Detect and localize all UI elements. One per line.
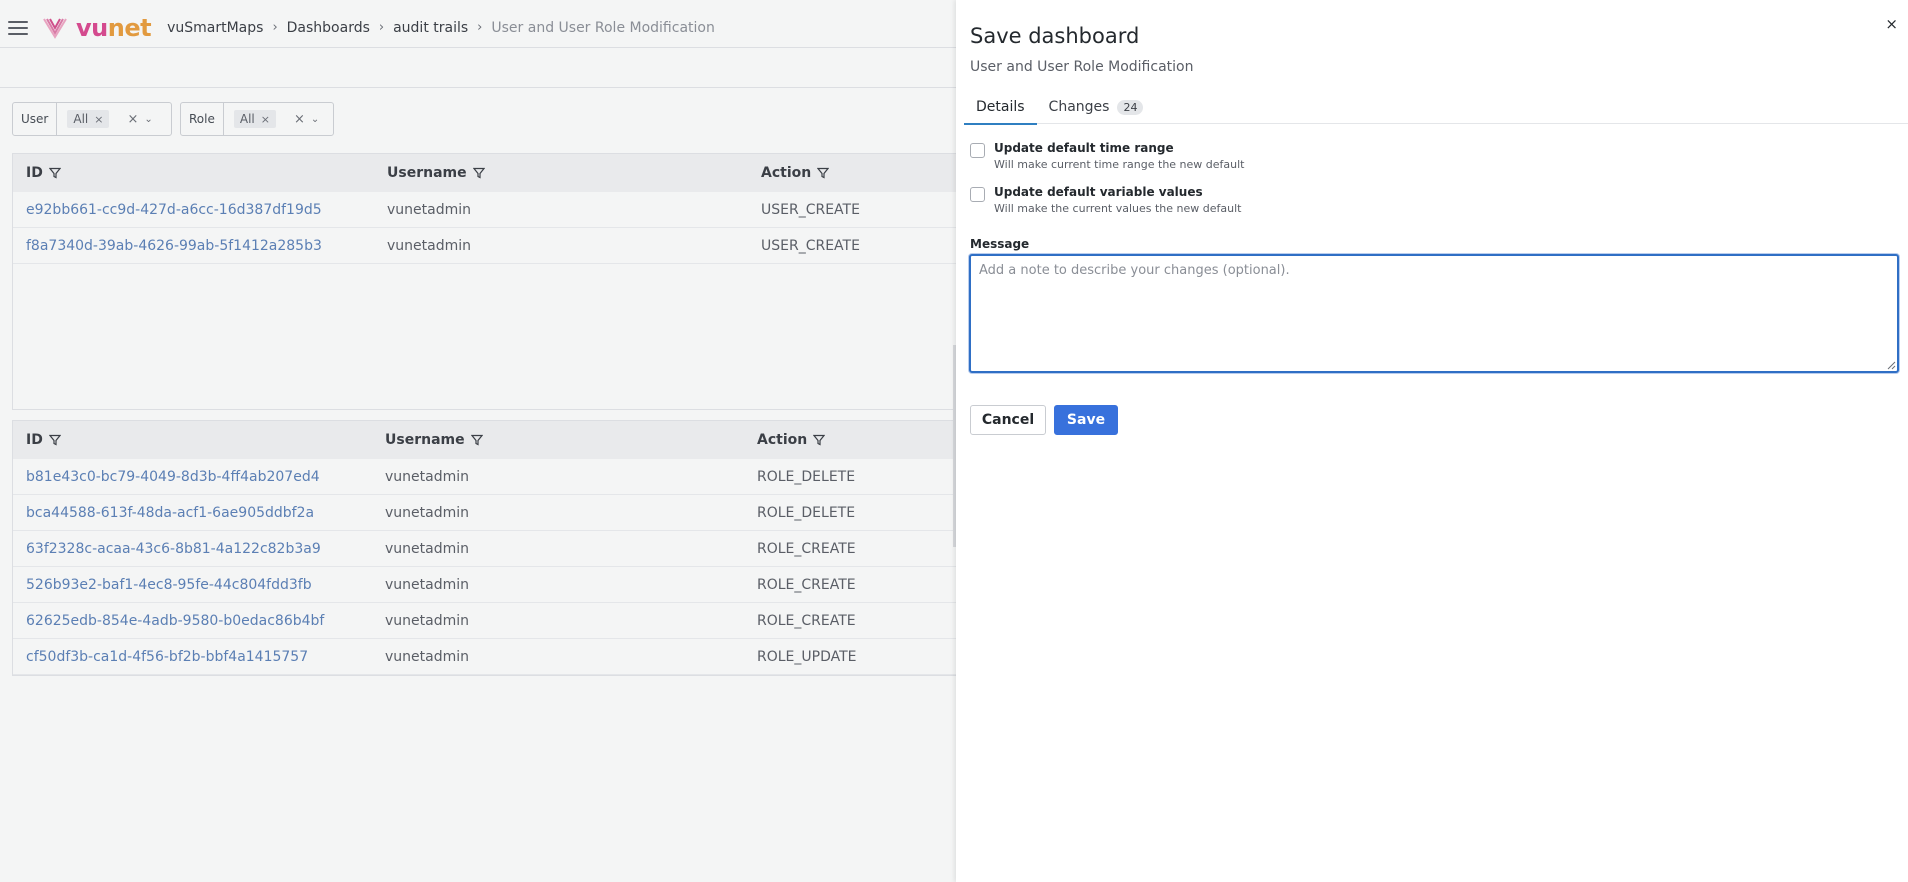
table-body: b81e43c0-bc79-4049-8d3b-4ff4ab207ed4 vun…: [13, 459, 1011, 675]
update-variable-values-checkbox[interactable]: [970, 187, 985, 202]
filter-role[interactable]: Role All × × ⌄: [180, 102, 334, 136]
table-row[interactable]: 62625edb-854e-4adb-9580-b0edac86b4bf vun…: [13, 603, 1011, 639]
cell-username: vunetadmin: [385, 648, 469, 665]
chevron-down-icon[interactable]: ⌄: [311, 114, 319, 125]
filter-user-chip: All ×: [67, 110, 110, 128]
brand-wordmark: vunet: [76, 13, 152, 42]
message-label: Message: [970, 237, 1030, 251]
table-row[interactable]: 526b93e2-baf1-4ec8-95fe-44c804fdd3fb vun…: [13, 567, 1011, 603]
cell-id[interactable]: 63f2328c-acaa-43c6-8b81-4a122c82b3a9: [13, 541, 385, 557]
message-textarea[interactable]: [969, 254, 1899, 373]
breadcrumb: vuSmartMaps › Dashboards › audit trails …: [167, 20, 715, 36]
cell-username: vunetadmin: [387, 237, 471, 254]
remove-chip-icon[interactable]: ×: [261, 113, 270, 126]
filter-funnel-icon[interactable]: [472, 167, 485, 179]
tab-changes-label: Changes: [1048, 99, 1110, 115]
changes-count-badge: 24: [1117, 99, 1144, 115]
filter-funnel-icon[interactable]: [48, 434, 61, 446]
column-header-username[interactable]: Username: [385, 432, 757, 448]
table-row[interactable]: f8a7340d-39ab-4626-99ab-5f1412a285b3 vun…: [13, 228, 1011, 264]
brand-logo[interactable]: vunet: [42, 13, 152, 42]
cell-username: vunetadmin: [385, 612, 469, 629]
table-header: ID Username Action: [13, 154, 1011, 192]
clear-icon[interactable]: ×: [294, 112, 305, 127]
remove-chip-icon[interactable]: ×: [94, 113, 103, 126]
cell-id[interactable]: f8a7340d-39ab-4626-99ab-5f1412a285b3: [13, 238, 387, 254]
table-row[interactable]: cf50df3b-ca1d-4f56-bf2b-bbf4a1415757 vun…: [13, 639, 1011, 675]
option-update-variable-values: Update default variable values Will make…: [970, 185, 1241, 215]
tab-changes[interactable]: Changes 24: [1037, 90, 1156, 124]
cell-id[interactable]: b81e43c0-bc79-4049-8d3b-4ff4ab207ed4: [13, 469, 385, 485]
table-body: e92bb661-cc9d-427d-a6cc-16d387df19d5 vun…: [13, 192, 1011, 264]
close-icon[interactable]: ×: [1885, 15, 1898, 33]
table-row[interactable]: e92bb661-cc9d-427d-a6cc-16d387df19d5 vun…: [13, 192, 1011, 228]
column-header-id[interactable]: ID: [13, 432, 385, 448]
cell-id[interactable]: 62625edb-854e-4adb-9580-b0edac86b4bf: [13, 613, 385, 629]
filter-funnel-icon[interactable]: [813, 434, 826, 446]
cell-id[interactable]: bca44588-613f-48da-acf1-6ae905ddbf2a: [13, 505, 385, 521]
variable-filters: User All × × ⌄ Role All × × ⌄: [12, 102, 334, 136]
option-update-time-range: Update default time range Will make curr…: [970, 141, 1245, 171]
tab-details[interactable]: Details: [964, 90, 1037, 125]
drawer-title: Save dashboard: [970, 24, 1140, 48]
cancel-button[interactable]: Cancel: [970, 405, 1046, 435]
option-description: Will make current time range the new def…: [994, 158, 1245, 171]
cell-username: vunetadmin: [385, 576, 469, 593]
table-row[interactable]: b81e43c0-bc79-4049-8d3b-4ff4ab207ed4 vun…: [13, 459, 1011, 495]
cell-username: vunetadmin: [385, 468, 469, 485]
filter-funnel-icon[interactable]: [470, 434, 483, 446]
filter-user-label: User: [13, 103, 58, 135]
filter-role-label: Role: [181, 103, 224, 135]
chevron-down-icon[interactable]: ⌄: [144, 114, 152, 125]
filter-funnel-icon[interactable]: [817, 167, 830, 179]
breadcrumb-separator-icon: ›: [378, 20, 385, 35]
option-title[interactable]: Update default variable values: [994, 185, 1241, 199]
table-row[interactable]: bca44588-613f-48da-acf1-6ae905ddbf2a vun…: [13, 495, 1011, 531]
tab-details-label: Details: [976, 99, 1025, 115]
drawer-tabs: Details Changes 24: [964, 90, 1908, 125]
cell-username: vunetadmin: [387, 201, 471, 218]
column-header-username[interactable]: Username: [387, 165, 761, 181]
clear-icon[interactable]: ×: [127, 112, 138, 127]
cell-username: vunetadmin: [385, 540, 469, 557]
save-dashboard-drawer: Save dashboard User and User Role Modifi…: [956, 0, 1908, 882]
option-description: Will make the current values the new def…: [994, 202, 1242, 215]
update-time-range-checkbox[interactable]: [970, 143, 985, 158]
filter-role-value: All: [239, 112, 255, 126]
breadcrumb-separator-icon: ›: [272, 20, 278, 35]
cell-id[interactable]: e92bb661-cc9d-427d-a6cc-16d387df19d5: [13, 202, 387, 218]
filter-role-chip: All ×: [233, 110, 276, 128]
menu-icon[interactable]: [8, 20, 28, 35]
save-button[interactable]: Save: [1054, 405, 1118, 435]
filter-user-value: All: [73, 112, 89, 126]
drawer-subtitle: User and User Role Modification: [970, 59, 1194, 75]
cell-id[interactable]: cf50df3b-ca1d-4f56-bf2b-bbf4a1415757: [13, 649, 385, 665]
filter-user[interactable]: User All × × ⌄: [12, 102, 172, 136]
user-modification-panel: ID Username Action e92bb661-cc9d-427d-a6…: [12, 153, 1012, 410]
option-title[interactable]: Update default time range: [994, 141, 1245, 155]
breadcrumb-current: User and User Role Modification: [491, 19, 715, 36]
cell-id[interactable]: 526b93e2-baf1-4ec8-95fe-44c804fdd3fb: [13, 577, 385, 593]
breadcrumb-separator-icon: ›: [477, 20, 483, 35]
role-modification-panel: ID Username Action b81e43c0-bc79-4049-8d…: [12, 420, 1012, 676]
filter-funnel-icon[interactable]: [48, 167, 61, 179]
table-header: ID Username Action: [13, 421, 1011, 459]
breadcrumb-audit-trails[interactable]: audit trails: [393, 20, 468, 36]
cell-username: vunetadmin: [385, 504, 469, 521]
column-header-id[interactable]: ID: [13, 165, 387, 181]
breadcrumb-vusmartmaps[interactable]: vuSmartMaps: [167, 20, 263, 36]
breadcrumb-dashboards[interactable]: Dashboards: [287, 20, 370, 36]
logo-mark-icon: [43, 17, 67, 39]
table-row[interactable]: 63f2328c-acaa-43c6-8b81-4a122c82b3a9 vun…: [13, 531, 1011, 567]
